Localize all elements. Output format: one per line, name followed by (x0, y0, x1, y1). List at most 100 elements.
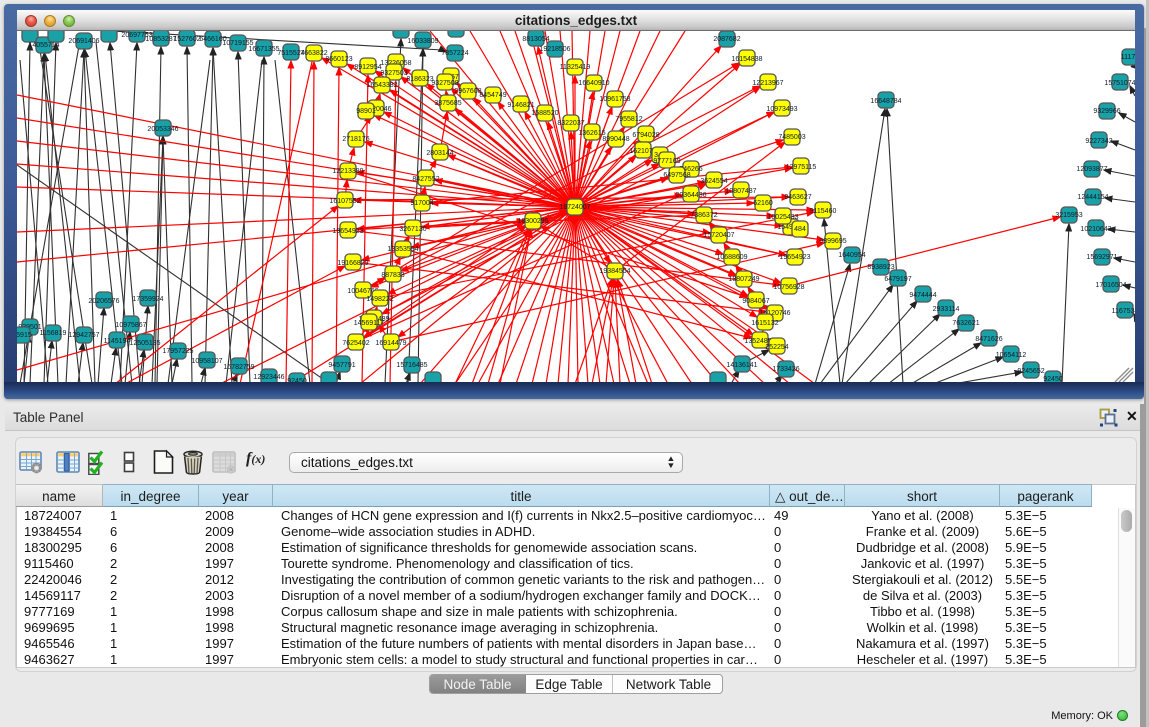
svg-text:10975867: 10975867 (115, 322, 146, 329)
svg-text:19166829: 19166829 (337, 260, 368, 267)
svg-text:1145194: 1145194 (104, 338, 131, 345)
svg-text:1167534: 1167534 (1112, 308, 1135, 315)
svg-text:15716485: 15716485 (396, 362, 427, 369)
svg-text:12093877: 12093877 (1076, 166, 1107, 173)
svg-text:7857224: 7857224 (441, 50, 468, 57)
svg-text:18300295: 18300295 (517, 218, 548, 225)
svg-text:10853287: 10853287 (145, 36, 176, 43)
svg-text:6794028: 6794028 (632, 132, 659, 139)
svg-text:9227342: 9227342 (1085, 138, 1112, 145)
svg-text:17957225: 17957225 (162, 348, 193, 355)
svg-text:16154838: 16154838 (731, 56, 762, 63)
svg-text:16543382: 16543382 (366, 82, 397, 89)
svg-text:16640910: 16640910 (578, 80, 609, 87)
svg-text:10210643: 10210643 (1080, 226, 1111, 233)
svg-text:2803144: 2803144 (426, 150, 453, 157)
svg-text:2087682: 2087682 (713, 36, 740, 43)
svg-text:10807487: 10807487 (725, 188, 756, 195)
svg-text:8990448: 8990448 (602, 136, 629, 143)
svg-text:9327508: 9327508 (431, 80, 458, 87)
svg-text:7955812: 7955812 (615, 116, 642, 123)
svg-text:8912954: 8912954 (354, 64, 381, 71)
svg-text:16914479: 16914479 (375, 340, 406, 347)
svg-text:12942757: 12942757 (68, 332, 99, 339)
svg-text:1156819: 1156819 (40, 330, 67, 337)
svg-text:16107552: 16107552 (329, 198, 360, 205)
svg-text:16033809: 16033809 (407, 38, 438, 45)
svg-text:15720407: 15720407 (703, 232, 734, 239)
svg-text:20206576: 20206576 (88, 298, 119, 305)
svg-text:8471626: 8471626 (975, 336, 1002, 343)
svg-text:6479197: 6479197 (884, 276, 911, 283)
svg-text:3875685: 3875685 (434, 100, 461, 107)
svg-text:1588520: 1588520 (531, 110, 558, 117)
svg-text:98901: 98901 (356, 108, 376, 115)
svg-text:12213389: 12213389 (332, 168, 363, 175)
svg-text:10025433: 10025433 (767, 214, 798, 221)
svg-text:9457791: 9457791 (328, 362, 355, 369)
svg-text:8186323: 8186323 (406, 76, 433, 83)
svg-text:19218506: 19218506 (539, 46, 570, 53)
svg-text:10958107: 10958107 (191, 358, 222, 365)
svg-text:8454749: 8454749 (479, 92, 506, 99)
svg-text:11175: 11175 (1121, 54, 1135, 61)
svg-text:8813054: 8813054 (522, 36, 549, 43)
svg-text:6497568: 6497568 (663, 172, 690, 179)
svg-text:9463627: 9463627 (784, 194, 811, 201)
svg-text:10973493: 10973493 (766, 106, 797, 113)
svg-text:16671355: 16671355 (248, 46, 279, 53)
svg-text:18807249: 18807249 (728, 276, 759, 283)
svg-text:1733426: 1733426 (772, 366, 799, 373)
svg-text:9084067: 9084067 (742, 298, 769, 305)
svg-text:20364436: 20364436 (675, 192, 706, 199)
svg-text:15915: 15915 (17, 332, 32, 339)
svg-text:9777169: 9777169 (653, 158, 680, 165)
svg-text:8322037: 8322037 (557, 120, 584, 127)
svg-text:9474444: 9474444 (909, 292, 936, 299)
svg-text:2967608: 2967608 (454, 88, 481, 95)
svg-text:7386372: 7386372 (690, 212, 717, 219)
svg-text:19384554: 19384554 (599, 268, 630, 275)
svg-text:17359924: 17359924 (132, 296, 163, 303)
svg-text:9146821: 9146821 (507, 102, 534, 109)
svg-text:3267130: 3267130 (399, 226, 426, 233)
svg-text:13353594: 13353594 (387, 246, 418, 253)
svg-text:62160: 62160 (753, 200, 773, 207)
svg-text:92450: 92450 (287, 378, 307, 382)
svg-text:7663822: 7663822 (300, 50, 327, 57)
svg-text:9245652: 9245652 (1017, 368, 1044, 375)
svg-text:252254: 252254 (765, 344, 788, 351)
svg-text:7485003: 7485003 (778, 134, 805, 141)
svg-text:10688609: 10688609 (716, 254, 747, 261)
svg-text:8660123: 8660123 (325, 56, 352, 63)
svg-text:2933114: 2933114 (933, 306, 960, 313)
svg-text:12505135: 12505135 (129, 340, 160, 347)
svg-text:12213967: 12213967 (752, 80, 783, 87)
svg-text:11325419: 11325419 (560, 64, 591, 71)
svg-text:14055714: 14055714 (28, 42, 59, 49)
svg-text:10961758: 10961758 (599, 96, 630, 103)
svg-text:9115460: 9115460 (810, 208, 837, 215)
svg-text:8427552: 8427552 (412, 176, 439, 183)
svg-text:10654112: 10654112 (996, 352, 1027, 359)
svg-text:20053346: 20053346 (147, 126, 178, 133)
svg-text:3215953: 3215953 (1055, 212, 1082, 219)
svg-text:14569117: 14569117 (354, 320, 385, 327)
svg-text:8938923: 8938923 (867, 264, 894, 271)
svg-text:19654923: 19654923 (779, 254, 810, 261)
svg-text:1498222: 1498222 (366, 296, 393, 303)
svg-text:19654923: 19654923 (332, 228, 363, 235)
svg-text:0899695: 0899695 (819, 238, 846, 245)
svg-text:2718176: 2718176 (342, 136, 369, 143)
svg-text:7625402: 7625402 (342, 340, 369, 347)
svg-text:9329966: 9329966 (1093, 108, 1120, 115)
svg-text:18724007: 18724007 (559, 204, 590, 211)
svg-text:1615132: 1615132 (751, 320, 778, 327)
svg-text:7632621: 7632621 (952, 320, 979, 327)
svg-text:484: 484 (794, 226, 806, 233)
svg-text:14136141: 14136141 (726, 362, 757, 369)
svg-text:16782759: 16782759 (223, 364, 254, 371)
svg-text:10756928: 10756928 (773, 284, 804, 291)
svg-text:15692971: 15692971 (1086, 254, 1117, 261)
svg-text:12444154: 12444154 (1077, 194, 1108, 201)
